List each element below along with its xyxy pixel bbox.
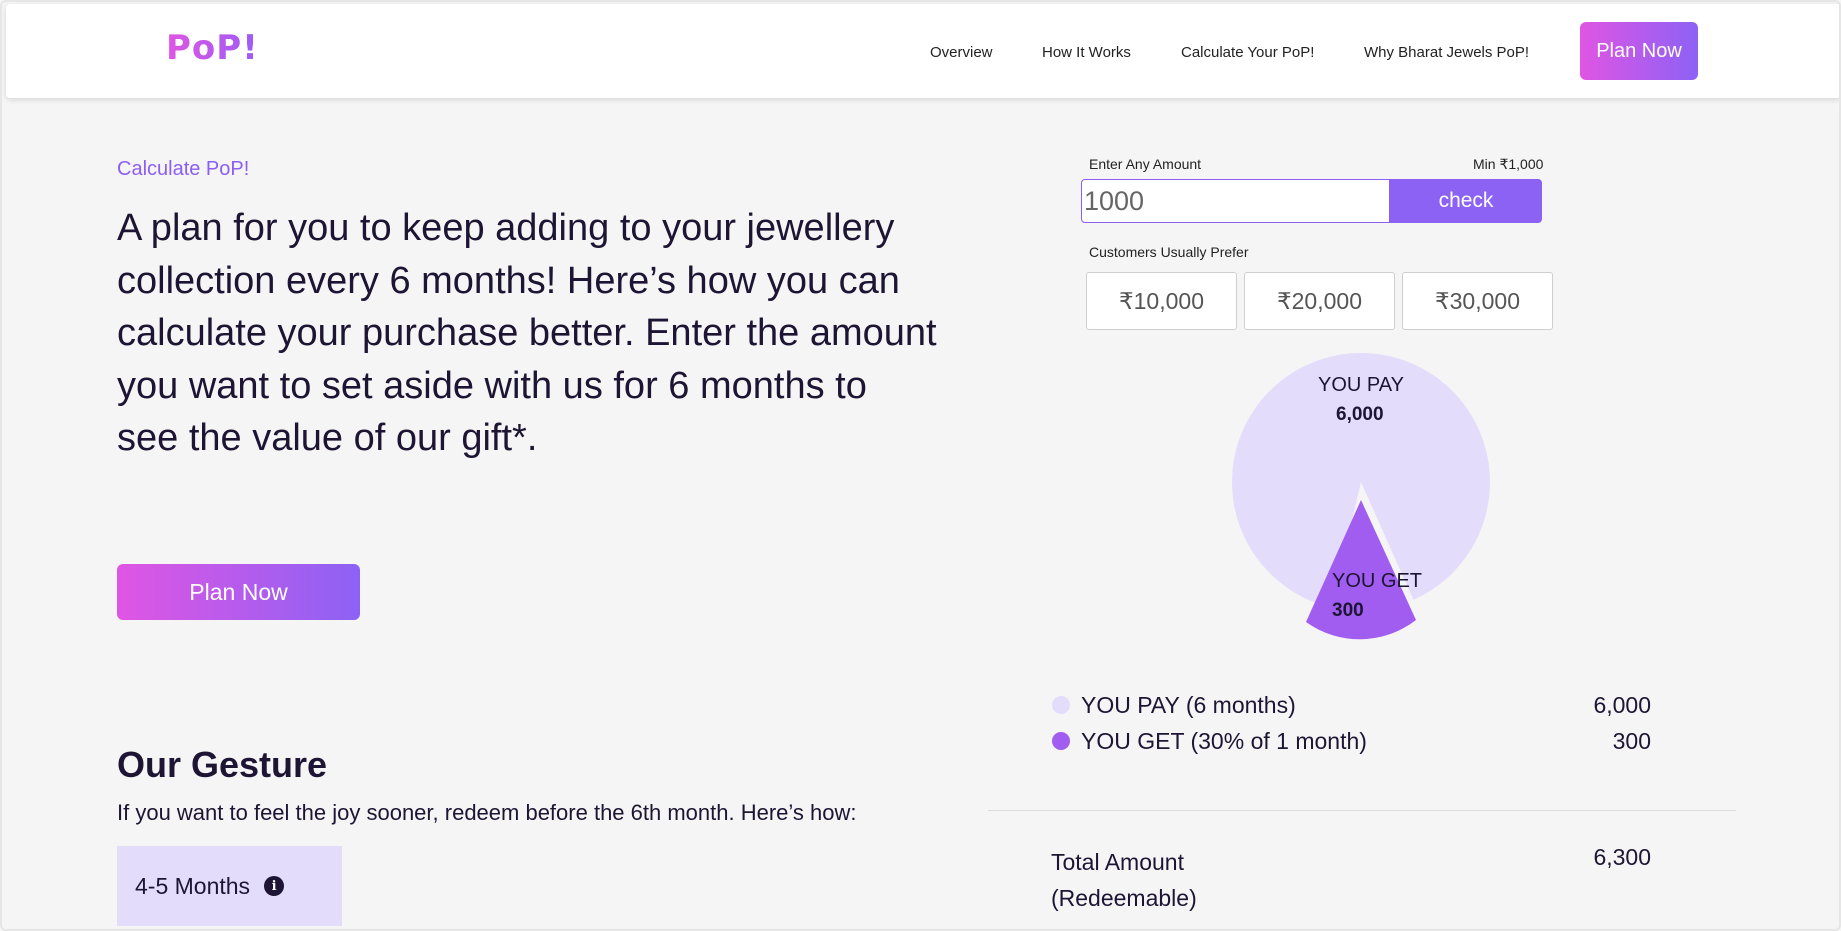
summary-divider bbox=[988, 810, 1736, 811]
gesture-description: If you want to feel the joy sooner, rede… bbox=[117, 800, 857, 825]
legend-pay-dot bbox=[1052, 696, 1070, 714]
legend-pay-value: 6,000 bbox=[1593, 692, 1651, 718]
preset-30000[interactable]: ₹30,000 bbox=[1402, 272, 1553, 330]
page-frame: PoP! Overview How It Works Calculate You… bbox=[0, 0, 1841, 931]
legend-get-dot bbox=[1052, 732, 1070, 750]
total-label: Total Amount (Redeemable) bbox=[1051, 844, 1251, 916]
section-headline: A plan for you to keep adding to your je… bbox=[117, 207, 937, 459]
section-eyebrow: Calculate PoP! bbox=[117, 158, 250, 180]
plan-now-button[interactable]: Plan Now bbox=[117, 564, 360, 620]
nav-how-it-works[interactable]: How It Works bbox=[1042, 44, 1131, 61]
prefer-label: Customers Usually Prefer bbox=[1089, 244, 1249, 260]
total-value: 6,300 bbox=[1593, 844, 1651, 870]
pie-pay-title: YOU PAY bbox=[1318, 374, 1404, 396]
pie-get-title: YOU GET bbox=[1332, 570, 1423, 592]
pop-logo[interactable]: PoP! bbox=[166, 28, 259, 68]
tab-label: 4-5 Months bbox=[135, 872, 251, 899]
preset-20000[interactable]: ₹20,000 bbox=[1244, 272, 1395, 330]
pie-get-value: 300 bbox=[1332, 600, 1364, 621]
amount-label: Enter Any Amount bbox=[1089, 156, 1202, 172]
info-icon[interactable]: i bbox=[264, 876, 285, 896]
legend-get-label: YOU GET (30% of 1 month) bbox=[1081, 728, 1367, 754]
legend-pay-label: YOU PAY (6 months) bbox=[1081, 692, 1296, 718]
legend-get-value: 300 bbox=[1612, 728, 1651, 754]
check-button[interactable]: check bbox=[1390, 179, 1542, 223]
top-navbar: PoP! Overview How It Works Calculate You… bbox=[6, 4, 1839, 98]
gesture-title: Our Gesture bbox=[117, 744, 328, 785]
amount-input[interactable] bbox=[1081, 179, 1390, 223]
total-label-line2: (Redeemable) bbox=[1051, 885, 1197, 911]
nav-calculate[interactable]: Calculate Your PoP! bbox=[1181, 44, 1314, 61]
min-amount-label: Min ₹1,000 bbox=[1473, 156, 1544, 172]
preset-10000[interactable]: ₹10,000 bbox=[1086, 272, 1237, 330]
header-plan-now-button[interactable]: Plan Now bbox=[1580, 22, 1698, 80]
tab-4-5-months[interactable]: 4-5 Months i bbox=[117, 846, 342, 926]
nav-why-bharat-jewels[interactable]: Why Bharat Jewels PoP! bbox=[1364, 44, 1529, 61]
pie-pay-value: 6,000 bbox=[1336, 404, 1384, 425]
total-label-line1: Total Amount bbox=[1051, 849, 1184, 875]
nav-overview[interactable]: Overview bbox=[930, 44, 993, 61]
